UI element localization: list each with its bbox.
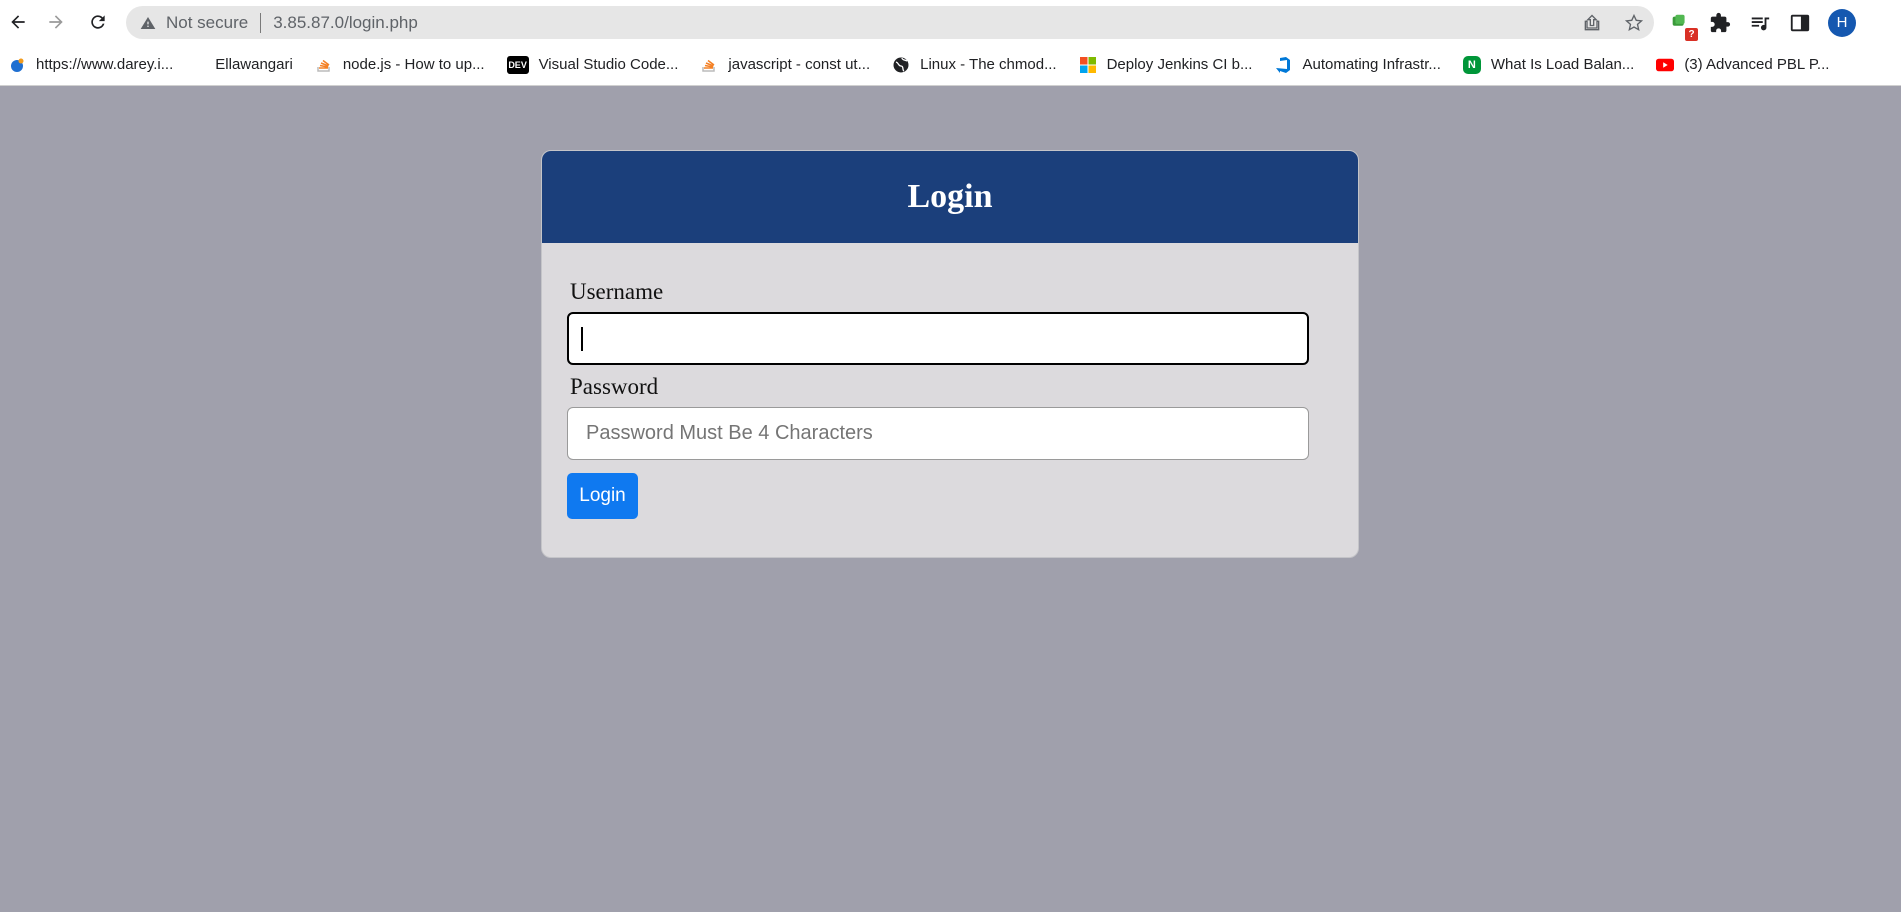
nginx-icon: N bbox=[1462, 55, 1481, 74]
extensions-area: ? H bbox=[1668, 6, 1856, 41]
darey-icon bbox=[8, 56, 26, 74]
profile-avatar[interactable]: H bbox=[1828, 8, 1856, 37]
address-bar[interactable]: Not secure 3.85.87.0/login.php bbox=[126, 6, 1654, 39]
bookmark-label: node.js - How to up... bbox=[342, 56, 485, 73]
login-button[interactable]: Login bbox=[567, 473, 638, 519]
stackoverflow-icon bbox=[315, 56, 333, 74]
bookmark-item[interactable]: (3) Advanced PBL P... bbox=[1656, 56, 1829, 74]
reload-button[interactable] bbox=[80, 4, 116, 40]
login-card-header: Login bbox=[542, 151, 1358, 243]
extension-money-icon[interactable]: ? bbox=[1668, 11, 1698, 41]
bookmark-item[interactable]: N What Is Load Balan... bbox=[1462, 55, 1635, 74]
bookmark-star-icon[interactable] bbox=[1624, 13, 1644, 33]
extensions-puzzle-icon[interactable] bbox=[1708, 11, 1732, 35]
reading-list-icon[interactable] bbox=[1748, 11, 1772, 35]
security-status-label[interactable]: Not secure bbox=[166, 13, 248, 33]
bookmark-item[interactable]: javascript - const ut... bbox=[700, 56, 870, 74]
bookmark-item[interactable]: Deploy Jenkins CI b... bbox=[1079, 56, 1253, 74]
side-panel-icon[interactable] bbox=[1788, 11, 1812, 35]
back-button[interactable] bbox=[0, 4, 36, 40]
bookmark-label: Linux - The chmod... bbox=[920, 56, 1057, 73]
back-arrow-icon bbox=[11, 15, 25, 29]
username-label: Username bbox=[570, 279, 664, 304]
bookmark-label: (3) Advanced PBL P... bbox=[1684, 56, 1830, 73]
password-input[interactable]: Password Must Be 4 Characters bbox=[567, 407, 1309, 460]
bookmark-label: Visual Studio Code... bbox=[538, 56, 679, 73]
login-title: Login bbox=[907, 178, 993, 215]
share-icon[interactable] bbox=[1582, 13, 1602, 33]
bookmark-item[interactable]: node.js - How to up... bbox=[315, 56, 485, 74]
bookmark-item[interactable]: Linux - The chmod... bbox=[892, 56, 1057, 74]
bookmark-label: Deploy Jenkins CI b... bbox=[1106, 56, 1253, 73]
login-card: Login Username Password Password Must Be… bbox=[541, 150, 1359, 558]
bookmark-label: Automating Infrastr... bbox=[1302, 56, 1441, 73]
url-text[interactable]: 3.85.87.0/login.php bbox=[273, 13, 418, 33]
stackoverflow-icon bbox=[700, 56, 718, 74]
bookmark-label: What Is Load Balan... bbox=[1490, 56, 1635, 73]
bookmark-label: javascript - const ut... bbox=[728, 56, 871, 73]
password-label: Password bbox=[570, 374, 659, 399]
dev-icon: DEV bbox=[506, 55, 529, 74]
warning-triangle-icon[interactable] bbox=[138, 13, 158, 33]
reload-icon bbox=[91, 15, 105, 29]
bookmarks-bar: https://www.darey.i... Ellawangari node.… bbox=[0, 44, 1901, 86]
text-caret bbox=[581, 326, 583, 351]
microsoft-icon bbox=[1079, 56, 1097, 74]
bookmark-item[interactable]: https://www.darey.i... bbox=[8, 56, 173, 74]
address-separator bbox=[260, 12, 262, 33]
extension-badge: ? bbox=[1685, 27, 1698, 41]
password-placeholder: Password Must Be 4 Characters bbox=[586, 422, 873, 444]
bookmark-item[interactable]: Ellawangari bbox=[215, 56, 293, 73]
bookmark-label: https://www.darey.i... bbox=[36, 56, 174, 73]
bookmark-item[interactable]: DEV Visual Studio Code... bbox=[506, 55, 679, 74]
youtube-icon bbox=[1656, 56, 1675, 74]
azure-devops-icon bbox=[1274, 56, 1292, 74]
bookmark-label: Ellawangari bbox=[215, 56, 293, 73]
username-input[interactable] bbox=[567, 312, 1309, 365]
forward-arrow-icon bbox=[49, 15, 63, 29]
browser-toolbar: Not secure 3.85.87.0/login.php ? H bbox=[0, 0, 1901, 44]
globe-icon bbox=[892, 56, 910, 74]
bookmark-item[interactable]: Automating Infrastr... bbox=[1274, 56, 1441, 74]
forward-button[interactable] bbox=[38, 4, 74, 40]
